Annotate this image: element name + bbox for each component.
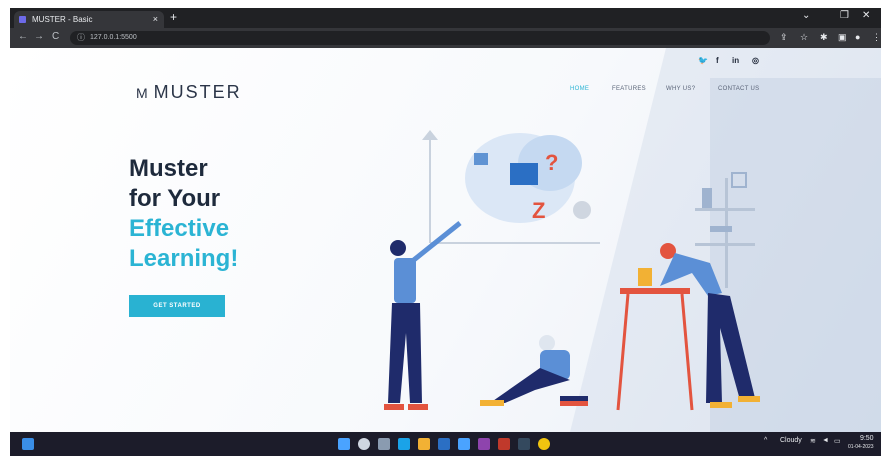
wifi-icon[interactable]: ≋ (810, 437, 816, 445)
desk-leg (616, 293, 630, 411)
person-1-head (390, 240, 406, 256)
sidepanel-icon[interactable]: ▣ (838, 32, 847, 43)
facebook-icon[interactable]: f (716, 56, 719, 65)
person-1-shoe-2 (408, 404, 428, 410)
nav-contact[interactable]: CONTACT US (718, 86, 759, 92)
person-1-pants (388, 303, 422, 403)
tab-close-icon[interactable]: × (153, 11, 158, 28)
desk-top (620, 288, 690, 294)
chevron-up-icon[interactable]: ^ (764, 437, 767, 444)
taskbar: ^ Cloudy ≋ ◄ ▭ 9:50 01-04-2023 (10, 432, 881, 456)
battery-icon[interactable]: ▭ (834, 437, 841, 445)
twitter-icon[interactable]: 🐦 (698, 56, 708, 65)
hero-line-1: Muster (129, 155, 208, 182)
book-pile (560, 396, 588, 401)
letter-z-icon: Z (532, 198, 545, 223)
browser-tab[interactable]: MUSTER - Basic × (14, 11, 164, 28)
nav-features[interactable]: FEATURES (612, 86, 646, 92)
hero-line-3: Effective (129, 215, 230, 242)
logo-text: MUSTER (153, 82, 242, 102)
star-icon[interactable]: ☆ (800, 32, 808, 43)
tab-title: MUSTER - Basic (32, 15, 93, 24)
nav-why-us[interactable]: WHY US? (666, 86, 695, 92)
clock-time: 9:50 (859, 435, 874, 442)
app-icon[interactable] (478, 438, 490, 450)
url-input[interactable]: ⓘ 127.0.0.1:5500 (70, 31, 770, 45)
tab-favicon (19, 16, 26, 23)
close-window-icon[interactable]: ✕ (862, 10, 870, 21)
person-2-head (539, 335, 555, 351)
frame-icon (731, 172, 747, 188)
logo-mark: M (136, 84, 148, 101)
media-icon[interactable] (498, 438, 510, 450)
volume-icon[interactable]: ◄ (822, 437, 829, 444)
open-book-icon (638, 268, 652, 286)
terminal-icon[interactable] (518, 438, 530, 450)
extensions-icon[interactable]: ✱ (820, 32, 828, 43)
profile-icon[interactable]: ● (855, 32, 860, 42)
url-text: 127.0.0.1:5500 (90, 34, 137, 41)
clock-date: 01-04-2023 (848, 444, 874, 450)
tab-bar: MUSTER - Basic × + ⌄ ❐ ✕ (10, 8, 881, 28)
grid-icon (474, 153, 488, 165)
weather-text[interactable]: Cloudy (780, 437, 802, 444)
windows-icon[interactable] (22, 438, 34, 450)
chrome-icon[interactable] (538, 438, 550, 450)
web-page: 🐦 f in ◎ M MUSTER HOME FEATURES WHY US? … (10, 48, 881, 432)
clock[interactable]: 9:50 01-04-2023 (848, 434, 874, 452)
person-3-shoe-2 (738, 396, 760, 402)
task-view-icon[interactable] (378, 438, 390, 450)
file-explorer-icon[interactable] (418, 438, 430, 450)
edge-icon[interactable] (398, 438, 410, 450)
forward-icon[interactable]: → (34, 31, 44, 42)
book-pile-2 (560, 401, 588, 406)
shelf-2 (695, 243, 755, 246)
linkedin-icon[interactable]: in (732, 56, 739, 65)
hero-illustration: ? Z (384, 130, 760, 411)
menu-icon[interactable]: ⋮ (872, 32, 881, 43)
reload-icon[interactable]: C (52, 31, 59, 42)
store-icon[interactable] (438, 438, 450, 450)
site-logo[interactable]: M MUSTER (136, 82, 242, 103)
person-3-pants (706, 293, 755, 403)
hero-line-2: for Your (129, 185, 221, 212)
search-icon[interactable] (358, 438, 370, 450)
globe-icon (573, 201, 591, 219)
share-icon[interactable]: ⇪ (780, 32, 788, 43)
screen-icon (510, 163, 538, 185)
maximize-icon[interactable]: ❐ (840, 10, 849, 21)
hero-heading: Muster for Your Effective Learning! (129, 154, 238, 274)
person-1-shirt (394, 258, 416, 303)
shelf-post (725, 178, 728, 288)
minimize-icon[interactable]: ⌄ (802, 10, 810, 21)
hero-line-4: Learning! (129, 245, 239, 272)
start-icon[interactable] (338, 438, 350, 450)
person-2-shoe (480, 400, 504, 406)
shelf (695, 208, 755, 211)
person-3-shoe (710, 402, 732, 408)
question-mark-icon: ? (545, 150, 558, 175)
info-icon: ⓘ (77, 33, 85, 42)
book-icon (702, 188, 712, 208)
person-1-shoe (384, 404, 404, 410)
nav-home[interactable]: HOME (570, 86, 589, 92)
arrow-up-icon (422, 130, 438, 140)
book-stack (710, 226, 732, 232)
instagram-icon[interactable]: ◎ (752, 56, 759, 65)
mail-icon[interactable] (458, 438, 470, 450)
back-icon[interactable]: ← (18, 31, 28, 42)
get-started-button[interactable]: GET STARTED (129, 295, 225, 317)
desk-leg-2 (680, 293, 694, 411)
new-tab-button[interactable]: + (170, 10, 177, 24)
address-bar: ← → C ⓘ 127.0.0.1:5500 ⇪ ☆ ✱ ▣ ● ⋮ (10, 28, 881, 48)
